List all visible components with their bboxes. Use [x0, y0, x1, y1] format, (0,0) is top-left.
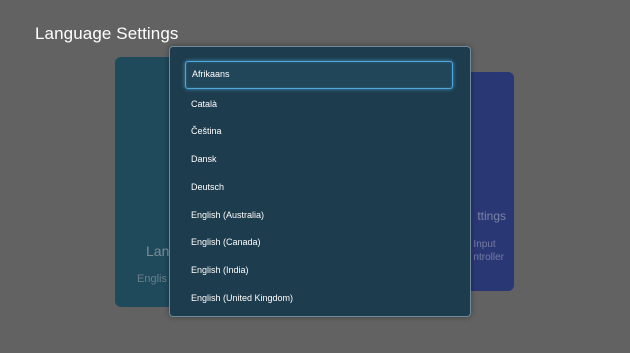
language-option[interactable]: Afrikaans	[185, 61, 453, 89]
language-card-subtitle: Englis	[137, 273, 167, 285]
input-settings-card-subtitle: Input ntroller	[473, 238, 504, 264]
language-option[interactable]: Deutsch	[185, 173, 453, 201]
page-title: Language Settings	[35, 24, 179, 43]
language-option[interactable]: Čeština	[185, 117, 453, 145]
language-option[interactable]: English (Canada)	[185, 228, 453, 256]
input-settings-subtitle-line1: Input	[473, 239, 496, 250]
language-option[interactable]: English (Australia)	[185, 201, 453, 229]
language-picker-dialog: Afrikaans Català Čeština Dansk Deutsch E…	[169, 46, 471, 317]
language-option[interactable]: English (India)	[185, 256, 453, 284]
language-option[interactable]: English (United Kingdom)	[185, 284, 453, 312]
input-settings-subtitle-line2: ntroller	[473, 252, 504, 263]
language-option[interactable]: Català	[185, 90, 453, 118]
screen: Language Settings Lan Englis ttings Inpu…	[0, 0, 630, 353]
input-settings-card-title: ttings	[477, 209, 506, 223]
language-card-title: Lan	[146, 243, 170, 259]
language-option[interactable]: Dansk	[185, 145, 453, 173]
language-list: Afrikaans Català Čeština Dansk Deutsch E…	[170, 47, 470, 316]
